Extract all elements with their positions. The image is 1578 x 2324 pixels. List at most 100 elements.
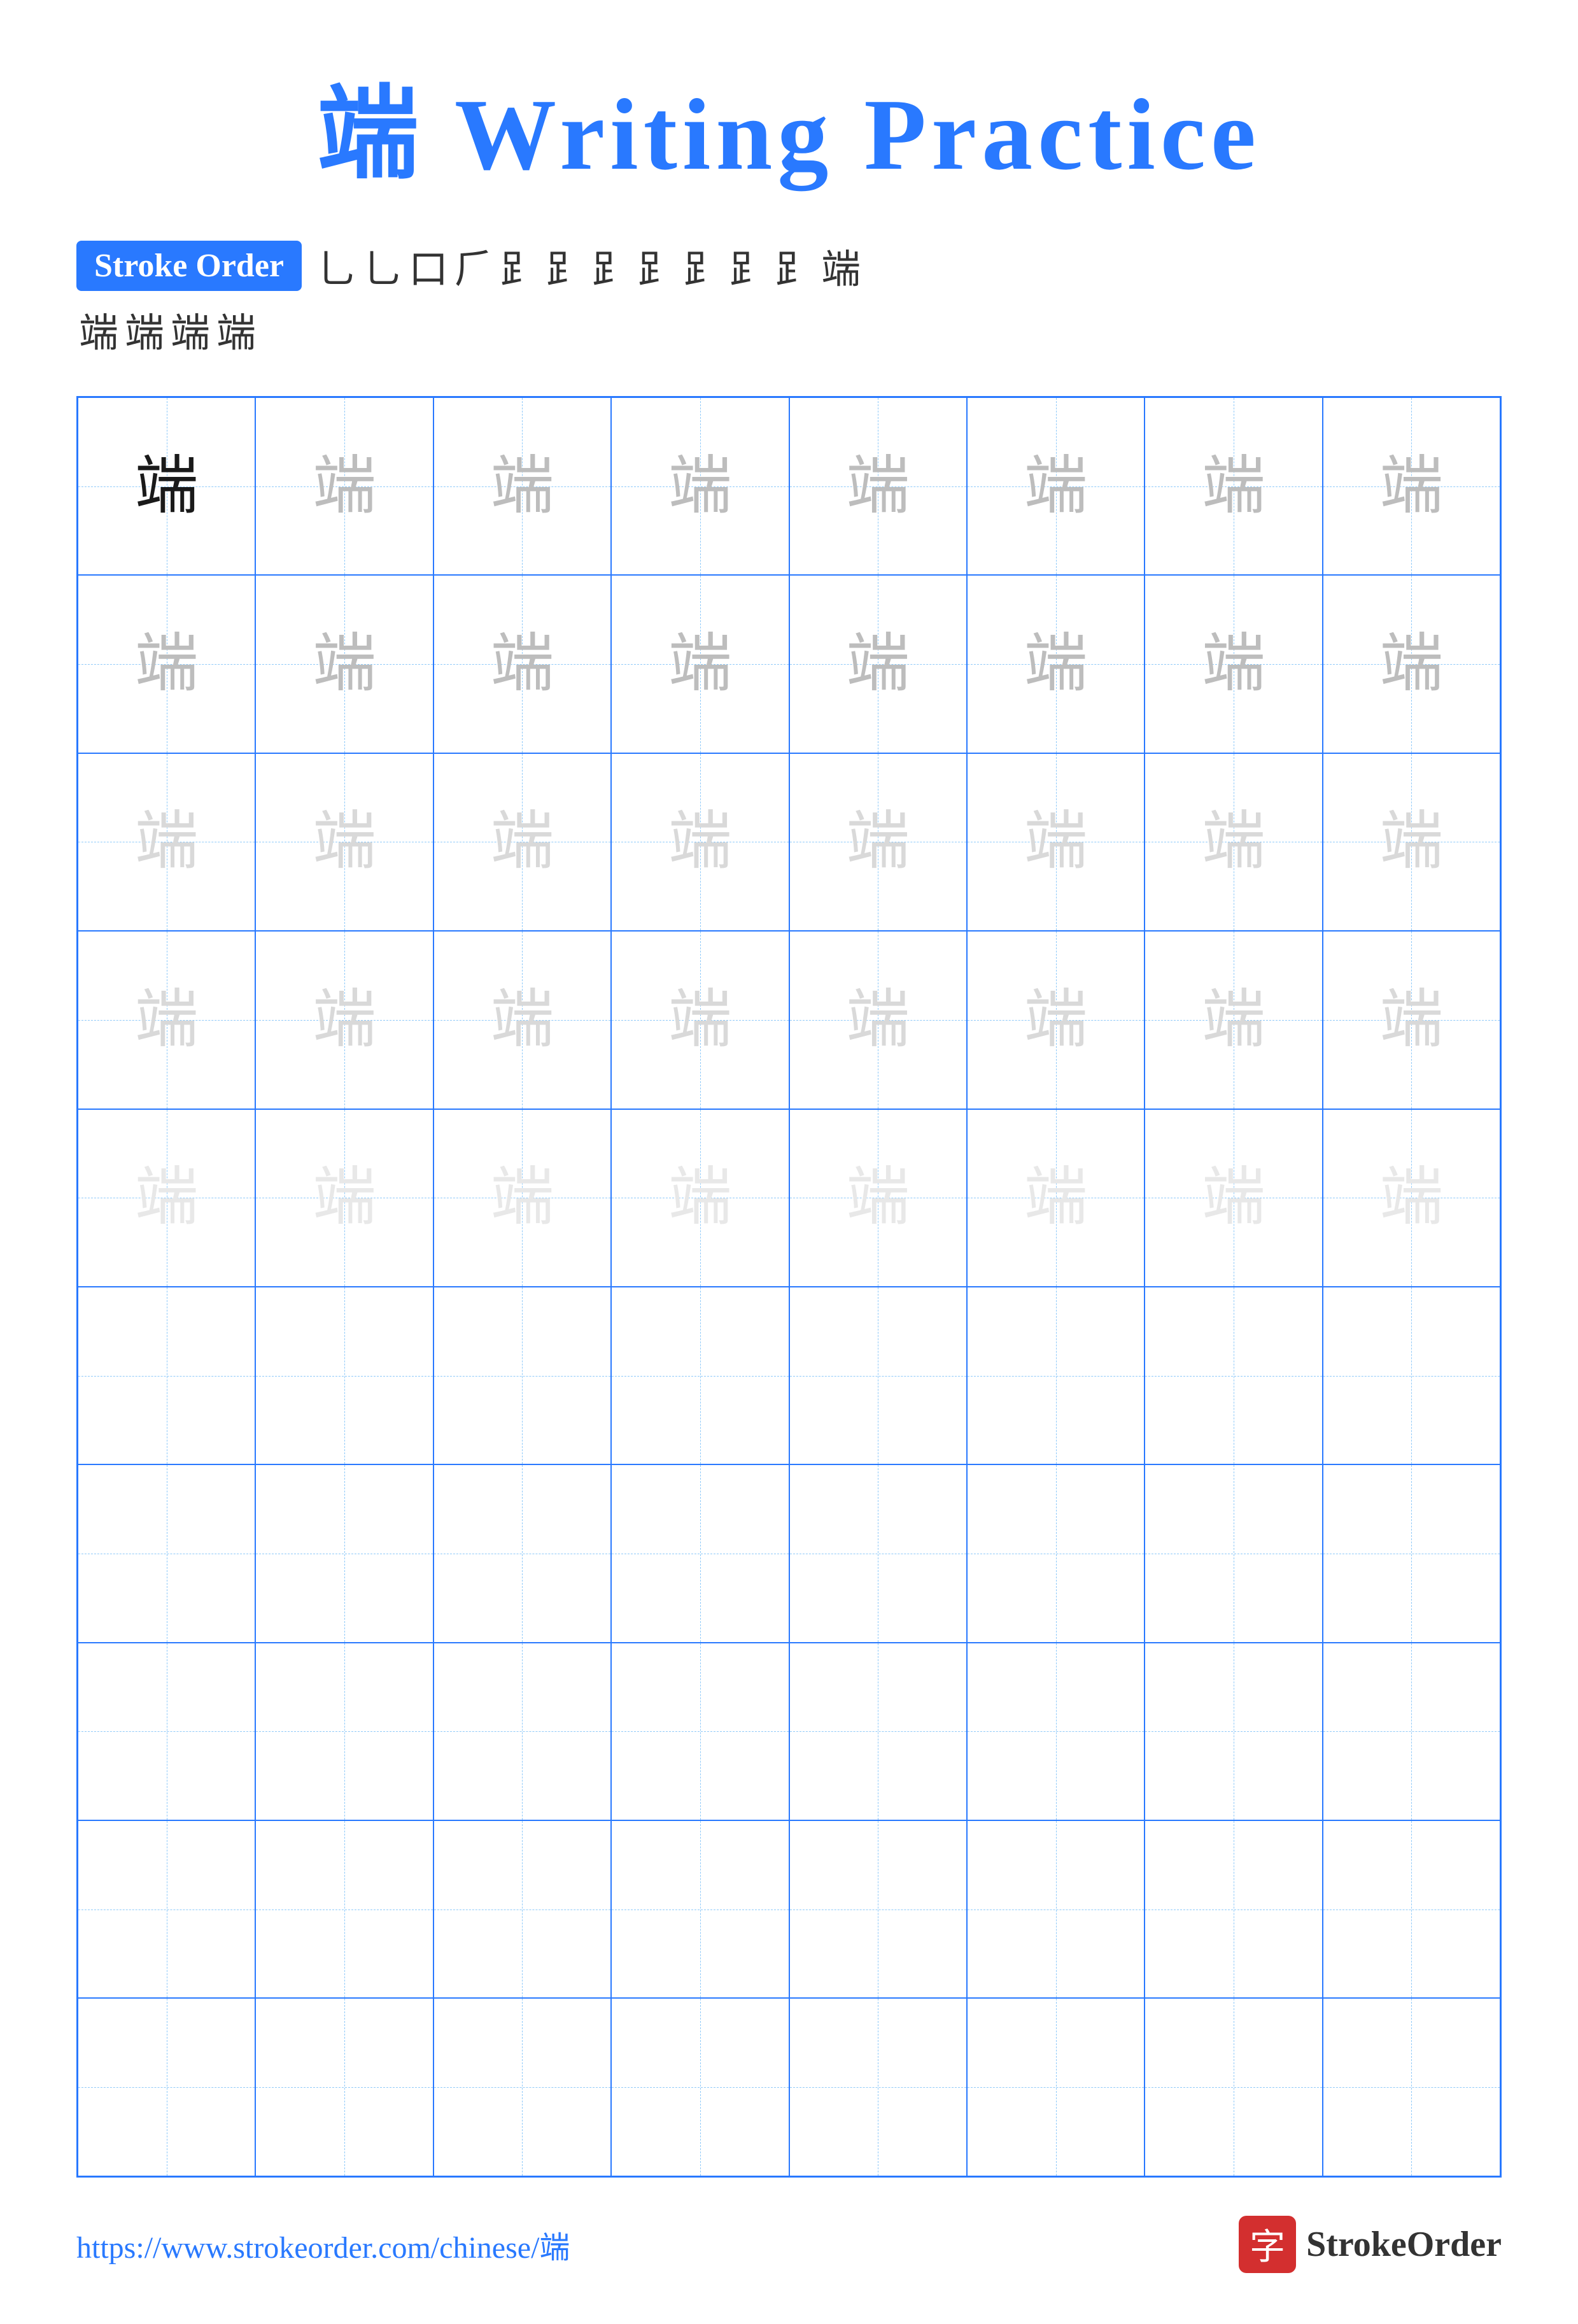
grid-cell[interactable]: 端 <box>255 931 433 1109</box>
footer-url[interactable]: https://www.strokeorder.com/chinese/端 <box>76 2222 570 2267</box>
grid-cell[interactable] <box>967 1998 1145 2176</box>
grid-cell[interactable]: 端 <box>1145 1109 1322 1287</box>
grid-cell[interactable]: 端 <box>433 575 611 753</box>
cell-char: 端 <box>846 1166 910 1229</box>
grid-cell[interactable]: 端 <box>255 575 433 753</box>
cell-char: 端 <box>1379 988 1443 1052</box>
grid-cell[interactable]: 端 <box>1145 753 1322 931</box>
cell-char: 端 <box>490 988 554 1052</box>
grid-cell[interactable]: 端 <box>78 931 255 1109</box>
grid-cell[interactable] <box>1323 1287 1500 1464</box>
grid-cell[interactable]: 端 <box>255 753 433 931</box>
cell-char: 端 <box>1202 632 1265 696</box>
grid-cell[interactable]: 端 <box>1323 931 1500 1109</box>
grid-cell[interactable] <box>255 1287 433 1464</box>
grid-cell[interactable]: 端 <box>611 753 789 931</box>
grid-cell[interactable]: 端 <box>433 753 611 931</box>
grid-cell[interactable]: 端 <box>433 931 611 1109</box>
grid-cell[interactable] <box>611 1643 789 1820</box>
grid-cell[interactable]: 端 <box>1323 575 1500 753</box>
grid-cell[interactable]: 端 <box>967 575 1145 753</box>
grid-cell[interactable] <box>789 1998 967 2176</box>
grid-cell[interactable]: 端 <box>1145 931 1322 1109</box>
grid-cell[interactable]: 端 <box>611 575 789 753</box>
grid-cell[interactable]: 端 <box>1145 575 1322 753</box>
grid-cell[interactable]: 端 <box>433 397 611 575</box>
grid-cell[interactable]: 端 <box>967 1109 1145 1287</box>
grid-cell[interactable]: 端 <box>1323 753 1500 931</box>
grid-cell[interactable] <box>789 1820 967 1998</box>
grid-cell[interactable]: 端 <box>255 397 433 575</box>
stroke-step-16: 端 <box>216 301 256 358</box>
grid-cell[interactable]: 端 <box>789 397 967 575</box>
grid-cell[interactable]: 端 <box>789 1109 967 1287</box>
grid-cell[interactable]: 端 <box>433 1109 611 1287</box>
stroke-order-row1: Stroke Order ⺃ ⺃ 口 ⺁ ⻊ ⻊ ⻊ ⻊ ⻊ ⻊ ⻊ 端 <box>76 237 861 294</box>
grid-cell[interactable] <box>1145 1998 1322 2176</box>
grid-cell[interactable] <box>611 1287 789 1464</box>
cell-char: 端 <box>1202 1166 1265 1229</box>
cell-char: 端 <box>135 810 199 874</box>
grid-cell[interactable] <box>967 1820 1145 1998</box>
grid-cell[interactable]: 端 <box>1323 1109 1500 1287</box>
grid-cell[interactable]: 端 <box>611 1109 789 1287</box>
grid-cell[interactable] <box>611 1464 789 1642</box>
grid-cell[interactable] <box>78 1287 255 1464</box>
grid-cell[interactable] <box>433 1464 611 1642</box>
cell-char: 端 <box>313 1166 376 1229</box>
grid-cell[interactable]: 端 <box>78 1109 255 1287</box>
grid-cell[interactable] <box>1323 1998 1500 2176</box>
grid-cell[interactable] <box>1145 1820 1322 1998</box>
grid-cell[interactable] <box>255 1998 433 2176</box>
grid-cell[interactable]: 端 <box>1323 397 1500 575</box>
grid-cell[interactable] <box>433 1998 611 2176</box>
grid-cell[interactable] <box>78 1643 255 1820</box>
grid-cell[interactable]: 端 <box>78 397 255 575</box>
grid-cell[interactable] <box>1323 1464 1500 1642</box>
grid-cell[interactable] <box>789 1287 967 1464</box>
grid-cell[interactable] <box>611 1998 789 2176</box>
grid-cell[interactable]: 端 <box>255 1109 433 1287</box>
stroke-order-row2: 端 端 端 端 <box>76 301 256 358</box>
footer: https://www.strokeorder.com/chinese/端 字 … <box>76 2178 1502 2273</box>
grid-cell[interactable] <box>78 1998 255 2176</box>
grid-cell[interactable]: 端 <box>789 753 967 931</box>
grid-cell[interactable]: 端 <box>967 397 1145 575</box>
grid-cell[interactable] <box>255 1643 433 1820</box>
grid-cell[interactable] <box>433 1287 611 1464</box>
grid-cell[interactable] <box>789 1643 967 1820</box>
grid-cell[interactable] <box>1145 1287 1322 1464</box>
page-title: 端 Writing Practice <box>317 51 1261 199</box>
cell-char: 端 <box>135 455 199 518</box>
grid-cell[interactable] <box>789 1464 967 1642</box>
grid-cell[interactable]: 端 <box>789 575 967 753</box>
grid-cell[interactable] <box>433 1643 611 1820</box>
grid-cell[interactable]: 端 <box>78 575 255 753</box>
grid-cell[interactable] <box>255 1464 433 1642</box>
grid-cell[interactable] <box>967 1287 1145 1464</box>
grid-cell[interactable] <box>967 1643 1145 1820</box>
grid-cell[interactable]: 端 <box>789 931 967 1109</box>
grid-cell[interactable]: 端 <box>967 753 1145 931</box>
grid-cell[interactable] <box>1145 1643 1322 1820</box>
grid-cell[interactable] <box>255 1820 433 1998</box>
grid-cell[interactable]: 端 <box>78 753 255 931</box>
cell-char: 端 <box>1379 455 1443 518</box>
cell-char: 端 <box>668 988 732 1052</box>
grid-cell[interactable] <box>611 1820 789 1998</box>
cell-char: 端 <box>1379 632 1443 696</box>
grid-cell[interactable]: 端 <box>1145 397 1322 575</box>
cell-char: 端 <box>846 455 910 518</box>
grid-cell[interactable] <box>433 1820 611 1998</box>
grid-cell[interactable]: 端 <box>967 931 1145 1109</box>
grid-cell[interactable]: 端 <box>611 397 789 575</box>
grid-cell[interactable] <box>1323 1820 1500 1998</box>
grid-cell[interactable] <box>967 1464 1145 1642</box>
grid-cell[interactable] <box>78 1464 255 1642</box>
stroke-step-7: ⻊ <box>592 237 631 294</box>
grid-cell[interactable] <box>78 1820 255 1998</box>
grid-cell[interactable]: 端 <box>611 931 789 1109</box>
cell-char: 端 <box>1024 988 1088 1052</box>
grid-cell[interactable] <box>1323 1643 1500 1820</box>
grid-cell[interactable] <box>1145 1464 1322 1642</box>
